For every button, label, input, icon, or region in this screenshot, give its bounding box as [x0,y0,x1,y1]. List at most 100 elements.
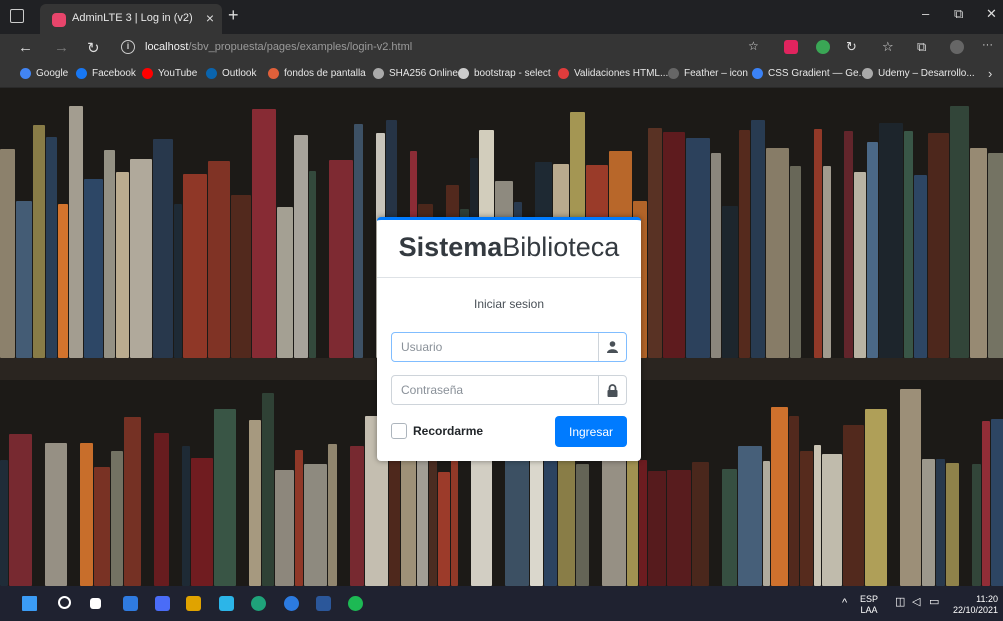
bookmark-10[interactable]: Udemy – Desarrollo... [862,68,975,79]
bookshelf-book [928,133,949,358]
password-group [391,375,627,405]
browser-tab[interactable]: AdminLTE 3 | Log in (v2) × [40,4,222,34]
bookmark-7[interactable]: Validaciones HTML... [558,68,668,79]
bookshelf-book [46,136,57,358]
bookshelf-book [84,179,103,358]
bookshelf-book [231,195,251,358]
volume-icon[interactable]: ◁ [912,597,920,608]
extension-refresh-icon[interactable]: ↻ [846,39,857,55]
bookshelf-book [982,421,990,586]
widgets-icon[interactable] [123,596,138,611]
bookmark-6[interactable]: bootstrap - select [458,68,551,79]
bookshelf-book [214,409,236,586]
bookmark-1[interactable]: Facebook [76,68,136,79]
bookmark-3[interactable]: Outlook [206,68,256,79]
back-arrow-icon[interactable]: ← [18,39,33,56]
bookshelf-book [790,166,801,358]
task-view-icon[interactable] [90,598,101,609]
bookmark-label: Feather – icon [684,68,748,79]
bookmark-favicon-icon [76,68,87,79]
bookmark-4[interactable]: fondos de pantalla [268,68,366,79]
refresh-icon[interactable]: ↻ [87,39,100,57]
store-icon[interactable] [219,596,234,611]
bookmark-9[interactable]: CSS Gradient — Ge... [752,68,867,79]
collections-icon[interactable]: ⧉ [917,39,926,55]
maximize-button[interactable]: ⧉ [954,6,963,22]
bookmark-favicon-icon [458,68,469,79]
bookshelf-book [823,165,831,358]
more-menu-icon[interactable]: ··· [982,39,993,51]
login-logo: SistemaBiblioteca [377,220,641,278]
bookshelf-book [124,416,141,586]
bookmark-favicon-icon [142,68,153,79]
bookmark-5[interactable]: SHA256 Online [373,68,458,79]
bookshelf-book [844,130,853,358]
bookshelf-book [58,204,68,358]
file-explorer-icon[interactable] [186,596,201,611]
bookmark-label: bootstrap - select [474,68,551,79]
bookmark-favicon-icon [752,68,763,79]
favorites-icon[interactable]: ☆ [882,39,894,55]
profile-avatar-icon[interactable] [950,40,964,54]
search-icon[interactable] [58,596,71,609]
edge-icon[interactable] [251,596,266,611]
spotify-icon[interactable] [348,596,363,611]
bookshelf-book [329,160,353,358]
bookmarks-overflow-icon[interactable]: › [988,66,992,81]
bookshelf-book [739,129,750,358]
bookshelf-book [350,445,364,586]
extension-red-icon[interactable] [784,40,798,54]
login-button[interactable]: Ingresar [555,416,627,447]
bookmark-favicon-icon [668,68,679,79]
address-bar: ← → ↻ i localhost/sbv_propuesta/pages/ex… [0,34,1003,62]
minimize-button[interactable]: – [922,6,929,21]
firefox-dev-icon[interactable] [284,596,299,611]
word-icon[interactable] [316,596,331,611]
bookshelf-book [16,201,32,358]
bookmark-0[interactable]: Google [20,68,68,79]
bookshelf-book [33,125,45,358]
bookshelf-book [822,454,842,586]
bookmark-8[interactable]: Feather – icon [668,68,748,79]
remember-me[interactable]: Recordarme [391,423,483,439]
tab-close-icon[interactable]: × [206,10,214,26]
clock[interactable]: 11:20 22/10/2021 [952,594,998,616]
forward-arrow-icon[interactable]: → [54,39,69,56]
extension-green-icon[interactable] [816,40,830,54]
url-field[interactable]: localhost/sbv_propuesta/pages/examples/l… [145,41,412,53]
bookshelf-book [972,463,981,586]
username-group [391,332,627,362]
close-window-button[interactable]: ✕ [986,6,997,22]
password-input[interactable] [392,376,598,404]
remember-checkbox[interactable] [391,423,407,439]
start-icon[interactable] [22,596,37,611]
bookmark-favicon-icon [862,68,873,79]
bookshelf-book [277,206,293,358]
bookmark-label: CSS Gradient — Ge... [768,68,867,79]
bookshelf-book [94,467,110,586]
bookshelf-book [763,460,770,586]
user-icon [598,333,626,361]
read-aloud-icon[interactable]: ☆ [748,39,759,53]
bookshelf-book [991,418,1003,586]
chat-icon[interactable] [155,596,170,611]
tab-actions-icon[interactable] [10,9,24,23]
tray-chevron-icon[interactable]: ^ [842,598,847,609]
bookshelf-book [45,442,67,586]
bookshelf-book [692,461,709,586]
site-info-icon[interactable]: i [121,40,135,54]
language-indicator[interactable]: ESP LAA [860,594,878,616]
username-input[interactable] [392,333,598,361]
bookmark-2[interactable]: YouTube [142,68,197,79]
bookshelf-book [262,392,274,586]
bookshelf-book [904,131,913,358]
new-tab-button[interactable]: + [228,5,239,26]
bookshelf-book [814,445,821,586]
bookshelf-book [558,442,575,586]
bookshelf-book [154,433,169,586]
bookshelf-book [738,446,762,586]
bookshelf-book [191,457,213,586]
bookshelf-book [988,152,1003,358]
network-icon[interactable]: ◫ [895,597,905,608]
battery-icon[interactable]: ▭ [929,597,939,608]
